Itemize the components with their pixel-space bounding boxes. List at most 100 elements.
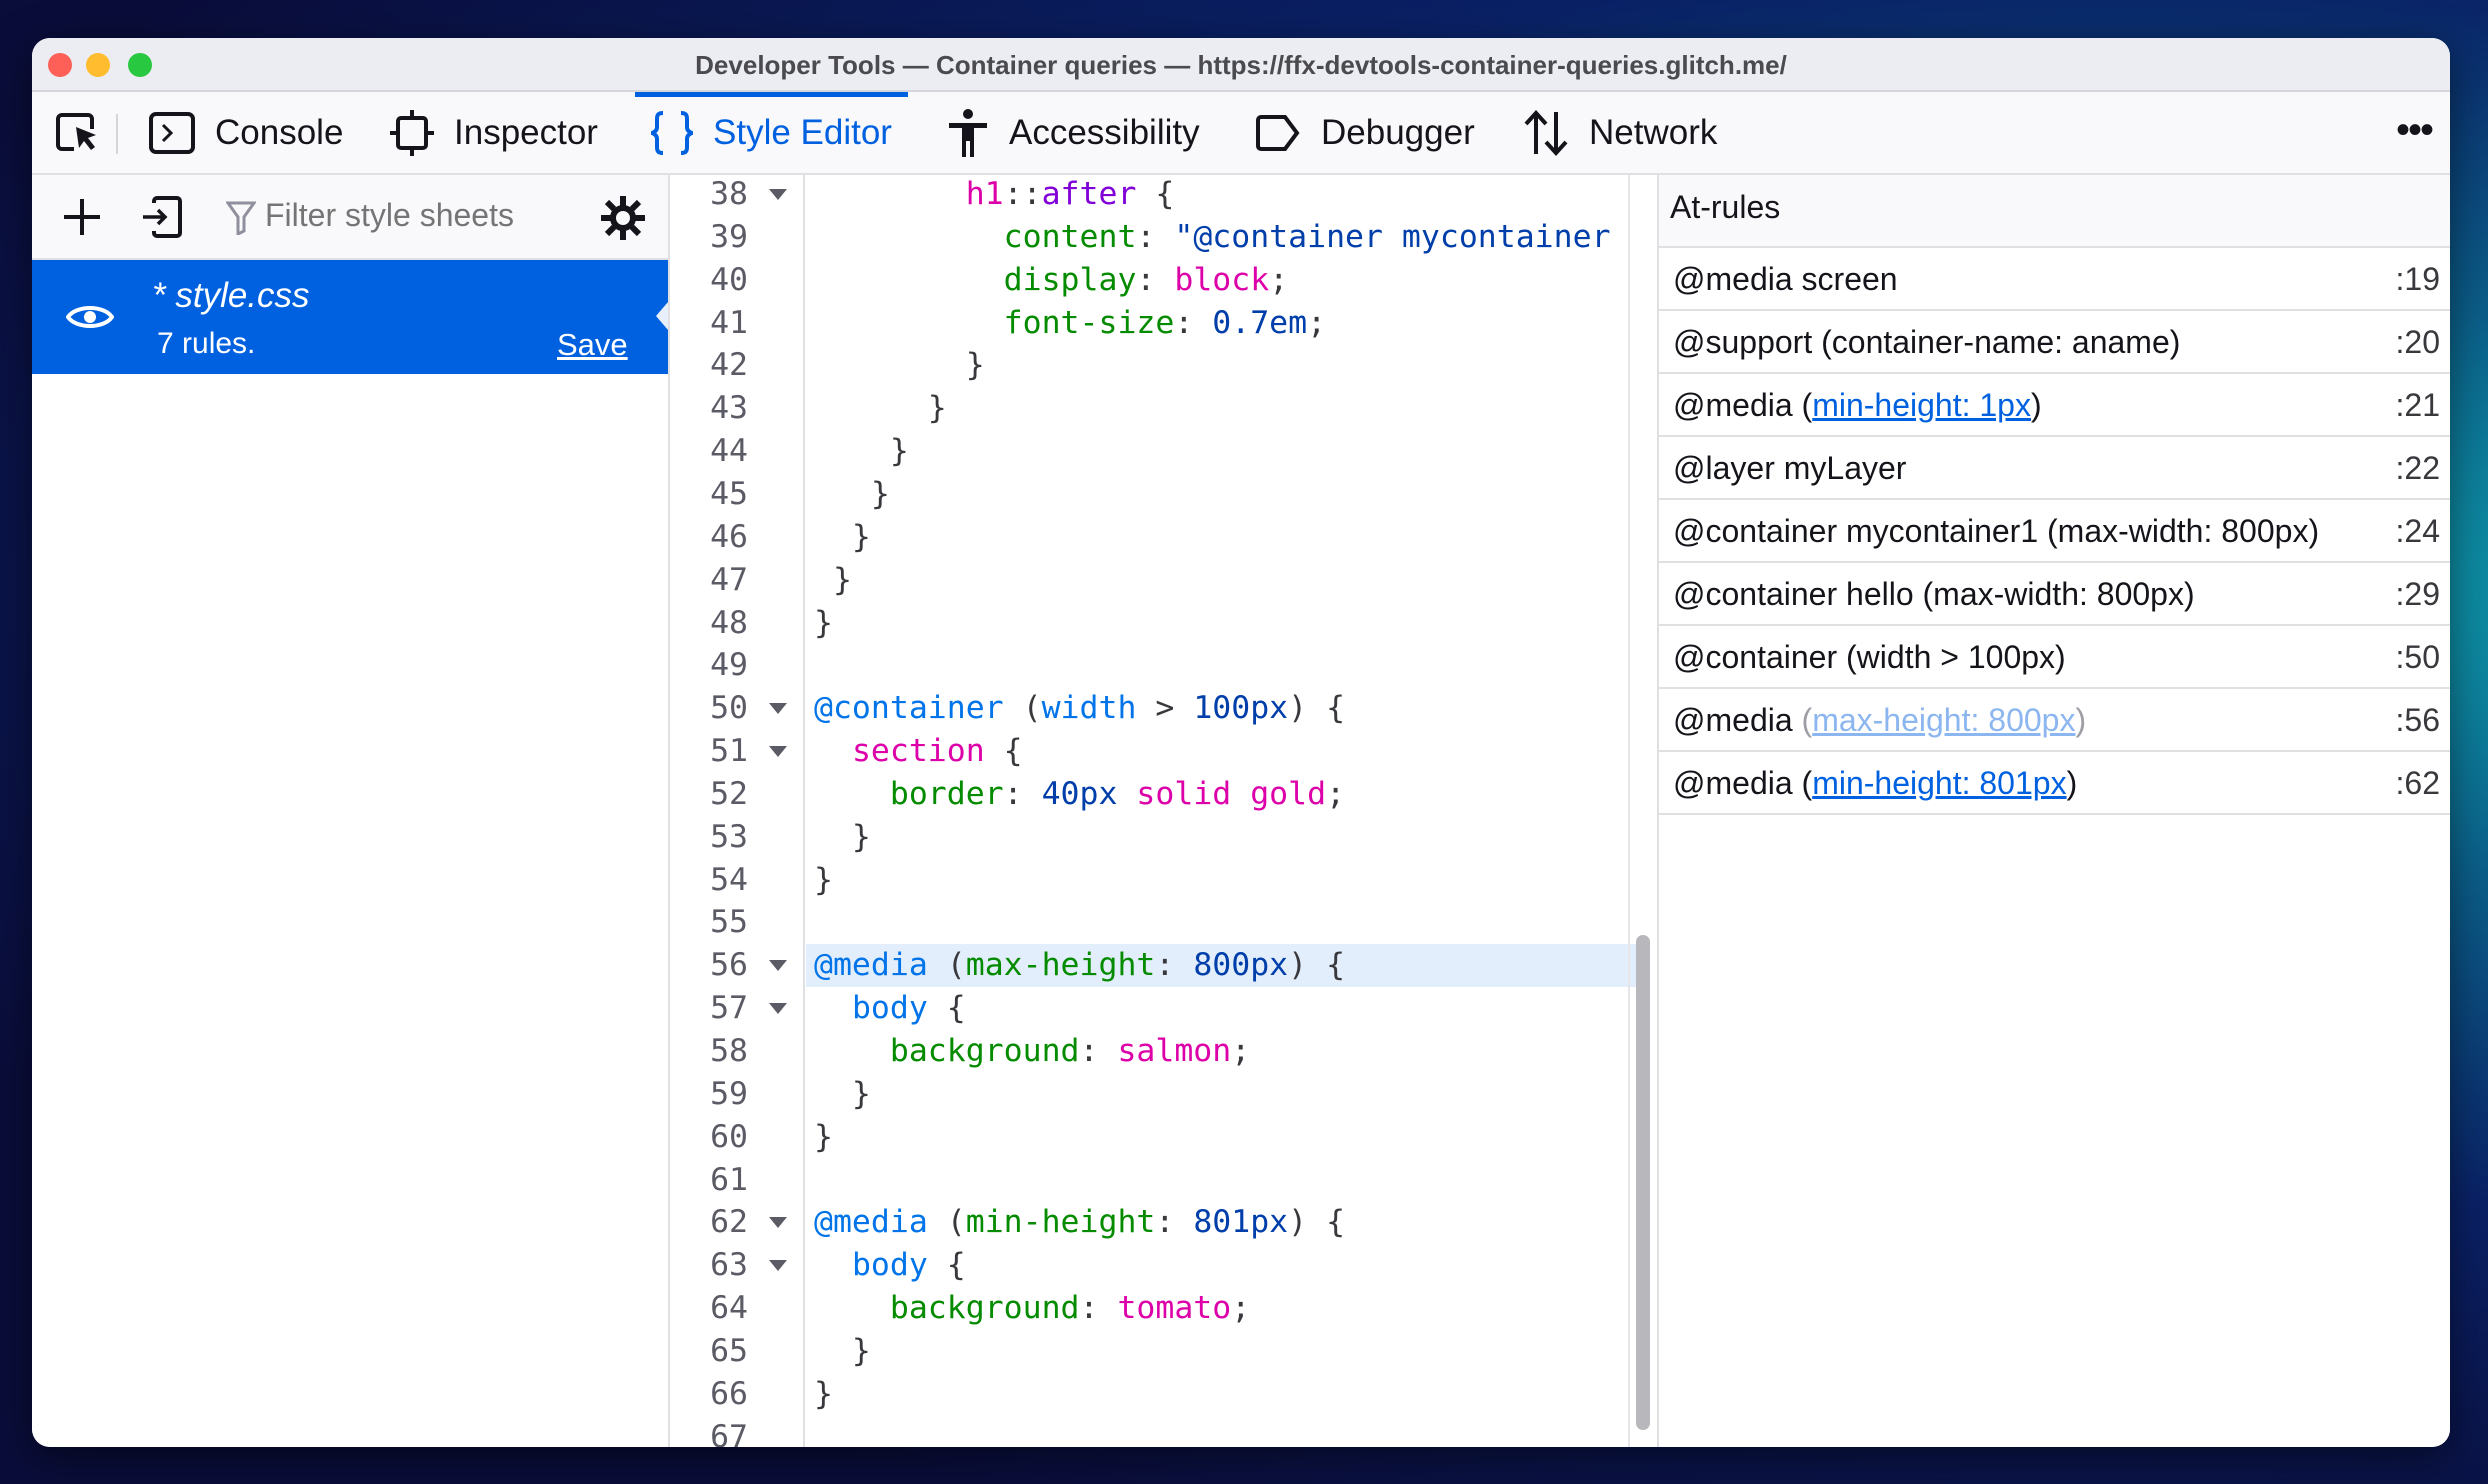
code-token: }: [814, 861, 833, 898]
media-query-link[interactable]: min-height: 801px: [1812, 765, 2066, 801]
code-line[interactable]: 43 ​ }: [672, 387, 1657, 430]
at-rule-item[interactable]: @media (max-height: 800px):56: [1659, 689, 2450, 752]
at-rule-item[interactable]: @layer myLayer:22: [1659, 437, 2450, 500]
code-token: block: [1174, 261, 1270, 298]
settings-gear-icon[interactable]: [600, 195, 646, 241]
code-line[interactable]: 55 ​: [672, 901, 1657, 944]
fold-toggle-icon[interactable]: [769, 1217, 787, 1229]
code-token: 0.7em: [1212, 304, 1308, 341]
at-rule-item[interactable]: @media screen:19: [1659, 248, 2450, 311]
code-line[interactable]: 54 ​}: [672, 859, 1657, 902]
code-token: ;: [1326, 775, 1346, 812]
code-token: }: [814, 347, 985, 384]
at-rule-line-link[interactable]: :29: [2396, 576, 2440, 613]
code-line[interactable]: 61 ​: [672, 1159, 1657, 1202]
at-rule-item[interactable]: @container hello (max-width: 800px):29: [1659, 563, 2450, 626]
at-rule-line-link[interactable]: :21: [2396, 387, 2440, 424]
code-line[interactable]: 40 ​ display: block;: [672, 259, 1657, 302]
code-line[interactable]: 62 ​@media (min-height: 801px) {: [672, 1201, 1657, 1244]
media-query-link[interactable]: max-height: 800px: [1812, 702, 2075, 738]
at-rules-panel: At-rules @media screen:19 @support (conta…: [1657, 175, 2450, 1447]
at-rule-line-link[interactable]: :22: [2396, 450, 2440, 487]
element-picker-button[interactable]: [54, 92, 122, 173]
fold-toggle-icon[interactable]: [769, 1003, 787, 1015]
tab-inspector[interactable]: Inspector: [390, 92, 598, 173]
code-line[interactable]: 45 ​ }: [672, 473, 1657, 516]
code-line[interactable]: 50 ​@container (width > 100px) {: [672, 687, 1657, 730]
code-line[interactable]: 48 ​}: [672, 602, 1657, 645]
line-number: 51: [710, 733, 748, 770]
code-text: ​}: [806, 1373, 1645, 1416]
code-token: h1: [965, 176, 1004, 212]
code-line[interactable]: 41 ​ font-size: 0.7em;: [672, 302, 1657, 345]
code-line[interactable]: 64 ​ background: tomato;: [672, 1287, 1657, 1330]
line-number: 50: [710, 690, 748, 727]
code-token: :: [1155, 1204, 1194, 1241]
code-line[interactable]: 47 ​ }: [672, 559, 1657, 602]
code-token: @media: [814, 1204, 928, 1241]
code-token: }: [814, 1375, 833, 1412]
tab-console[interactable]: Console: [149, 92, 343, 173]
code-line[interactable]: 53 ​ }: [672, 816, 1657, 859]
code-line[interactable]: 44 ​ }: [672, 430, 1657, 473]
fold-toggle-icon[interactable]: [769, 746, 787, 758]
save-button[interactable]: Save: [557, 327, 628, 363]
at-rule-item[interactable]: @container mycontainer1 (max-width: 800p…: [1659, 500, 2450, 563]
code-line[interactable]: 67 ​: [672, 1416, 1657, 1447]
at-rule-item[interactable]: @media (min-height: 1px) :21: [1659, 374, 2450, 437]
at-rule-item[interactable]: @media (min-height: 801px):62: [1659, 752, 2450, 815]
vertical-scrollbar[interactable]: [1636, 935, 1650, 1430]
eye-visibility-icon[interactable]: [66, 302, 114, 332]
code-line[interactable]: 39 ​ content: "@container mycontainer: [672, 216, 1657, 259]
at-rule-line-link[interactable]: :56: [2396, 702, 2440, 739]
code-token: }: [814, 475, 890, 512]
at-rule-line-link[interactable]: :19: [2396, 261, 2440, 298]
at-rule-line-link[interactable]: :24: [2396, 513, 2440, 550]
code-text: ​ display: block;: [806, 259, 1645, 302]
tab-style-editor[interactable]: Style Editor: [635, 92, 908, 173]
code-line[interactable]: 59 ​ }: [672, 1073, 1657, 1116]
code-token: salmon: [1117, 1033, 1232, 1069]
code-line[interactable]: 38 ​ h1::after {: [672, 175, 1657, 216]
tab-debugger[interactable]: Debugger: [1255, 92, 1475, 173]
stylesheet-item-style-css[interactable]: * style.css 7 rules. Save: [32, 260, 668, 374]
code-token: after: [1041, 176, 1137, 212]
code-text: ​ body {: [806, 987, 1645, 1030]
at-rule-line-link[interactable]: :20: [2396, 324, 2440, 361]
tab-label: Style Editor: [713, 112, 892, 152]
code-line[interactable]: 60 ​}: [672, 1116, 1657, 1159]
at-rule-line-link[interactable]: :50: [2396, 639, 2440, 676]
fold-toggle-icon[interactable]: [769, 1260, 787, 1272]
media-query-link[interactable]: min-height: 1px: [1812, 387, 2031, 423]
code-line[interactable]: 52 ​ border: 40px solid gold;: [672, 773, 1657, 816]
code-line[interactable]: 63 ​ body {: [672, 1244, 1657, 1287]
at-rule-line-link[interactable]: :62: [2396, 765, 2440, 802]
code-line[interactable]: 56 ​@media (max-height: 800px) {: [672, 944, 1657, 988]
code-token: font-size: [1003, 304, 1175, 341]
import-stylesheet-icon[interactable]: [140, 195, 184, 239]
fold-toggle-icon[interactable]: [769, 189, 787, 200]
code-token: }: [814, 604, 833, 641]
at-rule-item[interactable]: @support (container-name: aname) :20: [1659, 311, 2450, 374]
fold-toggle-icon[interactable]: [769, 960, 787, 972]
code-line[interactable]: 49 ​: [672, 644, 1657, 687]
code-line[interactable]: 57 ​ body {: [672, 987, 1657, 1030]
filter-style-sheets-input[interactable]: [265, 197, 565, 234]
fold-toggle-icon[interactable]: [769, 703, 787, 715]
code-line[interactable]: 51 ​ section {: [672, 730, 1657, 773]
tab-network[interactable]: Network: [1523, 92, 1717, 173]
at-rule-text: @support (container-name: aname): [1673, 324, 2181, 360]
new-stylesheet-icon[interactable]: [62, 197, 102, 237]
code-text: ​ section {: [806, 730, 1645, 773]
code-editor[interactable]: 38​ h1::after {39​ content: "@container …: [672, 175, 1657, 1447]
tab-accessibility[interactable]: Accessibility: [947, 92, 1200, 173]
code-line[interactable]: 66 ​}: [672, 1373, 1657, 1416]
code-line[interactable]: 42 ​ }: [672, 344, 1657, 387]
code-line[interactable]: 65 ​ }: [672, 1330, 1657, 1373]
code-line[interactable]: 58 ​ background: salmon;: [672, 1030, 1657, 1073]
at-rule-item[interactable]: @container (width > 100px):50: [1659, 626, 2450, 689]
code-line[interactable]: 46 ​ }: [672, 516, 1657, 559]
more-options-button[interactable]: •••: [2396, 108, 2434, 153]
at-rule-text: @media (min-height: 1px): [1673, 387, 2042, 423]
